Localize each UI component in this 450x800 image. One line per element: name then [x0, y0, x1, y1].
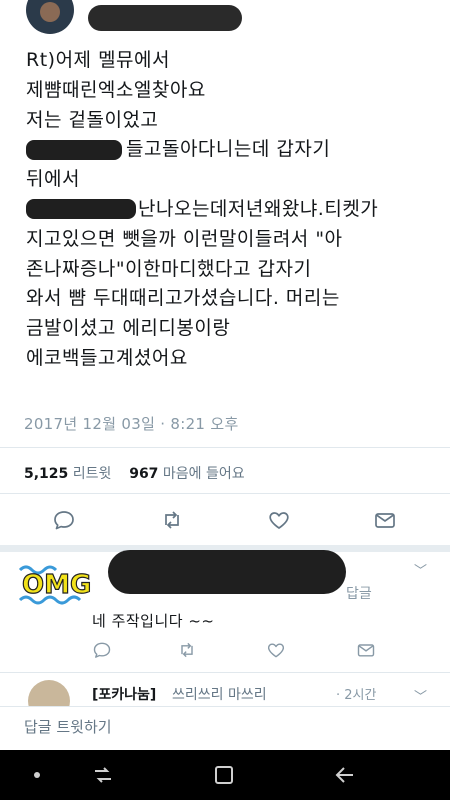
author-name-redacted	[88, 5, 242, 31]
like-label[interactable]: 마음에 들어요	[163, 466, 245, 482]
retweet-icon[interactable]	[177, 640, 201, 664]
reply-input-placeholder[interactable]: 답글 트윗하기	[24, 716, 112, 737]
reply-author-name[interactable]: [포카나눔]	[92, 684, 156, 704]
tweet-line: 들고돌아다니는데 갑자기	[26, 135, 436, 165]
redaction-mark	[26, 199, 136, 220]
chevron-down-icon[interactable]: ﹀	[414, 686, 427, 705]
tweet-line: 에코백들고계셨어요	[26, 346, 188, 369]
tweet-line: 난나오는데저년왜왔냐.티켓가	[26, 195, 436, 225]
divider	[0, 672, 450, 673]
tweet-line: 존나짜증나"이한마디했다고 갑자기	[26, 257, 312, 280]
tweet-line: 뒤에서	[26, 168, 80, 191]
system-nav-bar	[0, 750, 450, 800]
reply-time: · 2시간	[336, 688, 377, 703]
reply-icon[interactable]	[92, 640, 116, 664]
recents-icon[interactable]	[92, 765, 114, 785]
tweet-text: Rt)어제 멜뮤에서 제뺨때린엑소엘찾아요 저는 겉돌이었고 들고돌아다니는데 …	[26, 46, 436, 374]
tweet-line-text: 들고돌아다니는데 갑자기	[126, 138, 331, 161]
author-avatar[interactable]	[26, 0, 74, 34]
retweet-icon[interactable]	[160, 508, 184, 532]
retweet-count[interactable]: 5,125	[24, 466, 68, 482]
like-icon[interactable]	[267, 508, 291, 532]
tweet-line: 와서 뺨 두대때리고가셨습니다. 머리는	[26, 287, 340, 310]
reply-author-redacted	[108, 550, 346, 594]
back-icon[interactable]	[334, 764, 356, 786]
tweet-line: 지고있으면 뺏을까 이런말이들려서 "아	[26, 227, 343, 250]
tweet-line: 금발이셨고 에리디봉이랑	[26, 317, 231, 340]
reply-extra-label: 답글	[346, 586, 372, 602]
message-icon[interactable]	[356, 640, 380, 664]
like-count[interactable]: 967	[129, 466, 158, 482]
redaction-mark	[26, 139, 122, 160]
like-icon[interactable]	[266, 640, 290, 664]
tweet-line-text: 난나오는데저년왜왔냐.티켓가	[138, 197, 379, 220]
omg-sticker: OMG	[18, 565, 92, 605]
tweet-line: Rt)어제 멜뮤에서	[26, 49, 170, 71]
divider	[0, 493, 450, 494]
reply-icon[interactable]	[52, 508, 76, 532]
home-icon[interactable]	[213, 764, 235, 786]
divider	[0, 447, 450, 448]
message-icon[interactable]	[373, 508, 397, 532]
reply-author-handle[interactable]: 쓰리쓰리 마쓰리	[172, 684, 267, 704]
reply-text: 네 주작입니다 ~~	[92, 612, 215, 630]
dot-icon[interactable]	[34, 772, 40, 778]
chevron-down-icon[interactable]: ﹀	[414, 560, 427, 579]
tweet-line: 제뺨때린엑소엘찾아요	[26, 78, 206, 101]
retweet-label[interactable]: 리트윗	[73, 466, 112, 482]
tweet-stats: 5,125 리트윗 967 마음에 들어요	[24, 463, 245, 483]
tweet-timestamp[interactable]: 2017년 12월 03일 · 8:21 오후	[24, 413, 239, 434]
sticker-text: OMG	[22, 570, 91, 600]
tweet-line: 저는 겉돌이었고	[26, 108, 159, 131]
